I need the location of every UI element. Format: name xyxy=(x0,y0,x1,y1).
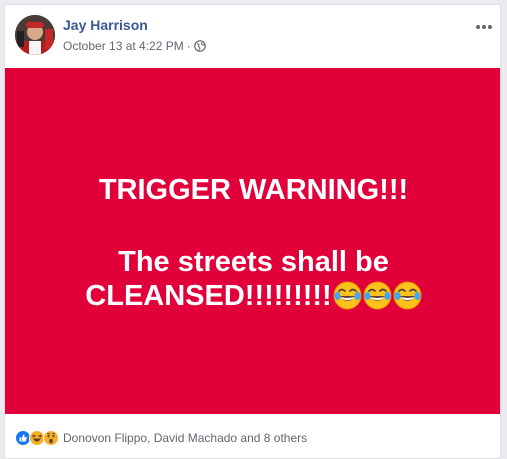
laughing-emoji-icon xyxy=(393,281,422,310)
post-card: Jay Harrison October 13 at 4:22 PM · TRI… xyxy=(4,4,501,459)
meta-separator: · xyxy=(186,39,191,53)
author-name[interactable]: Jay Harrison xyxy=(63,17,148,33)
image-text-line-2: The streets shall be xyxy=(118,246,389,278)
reactions-summary[interactable]: Donovon Flippo, David Machado and 8 othe… xyxy=(15,430,307,446)
post-footer: Donovon Flippo, David Machado and 8 othe… xyxy=(5,418,500,458)
post-header: Jay Harrison October 13 at 4:22 PM · xyxy=(5,5,500,67)
post-meta: October 13 at 4:22 PM · xyxy=(63,39,206,53)
post-timestamp[interactable]: October 13 at 4:22 PM xyxy=(63,39,184,53)
globe-icon[interactable] xyxy=(193,40,206,52)
laughing-emoji-icon xyxy=(333,281,362,310)
laughing-emoji-icon xyxy=(363,281,392,310)
avatar[interactable] xyxy=(15,15,55,55)
reaction-names[interactable]: Donovon Flippo, David Machado and 8 othe… xyxy=(63,431,307,445)
more-options-icon[interactable] xyxy=(474,19,494,35)
image-text-line-3: CLEANSED!!!!!!!!! xyxy=(5,280,500,313)
image-text-line-3-text: CLEANSED!!!!!!!!! xyxy=(85,280,332,312)
post-image[interactable]: TRIGGER WARNING!!! The streets shall be … xyxy=(5,68,500,414)
image-text-line-1: TRIGGER WARNING!!! xyxy=(98,174,409,206)
wow-icon[interactable] xyxy=(43,430,59,446)
